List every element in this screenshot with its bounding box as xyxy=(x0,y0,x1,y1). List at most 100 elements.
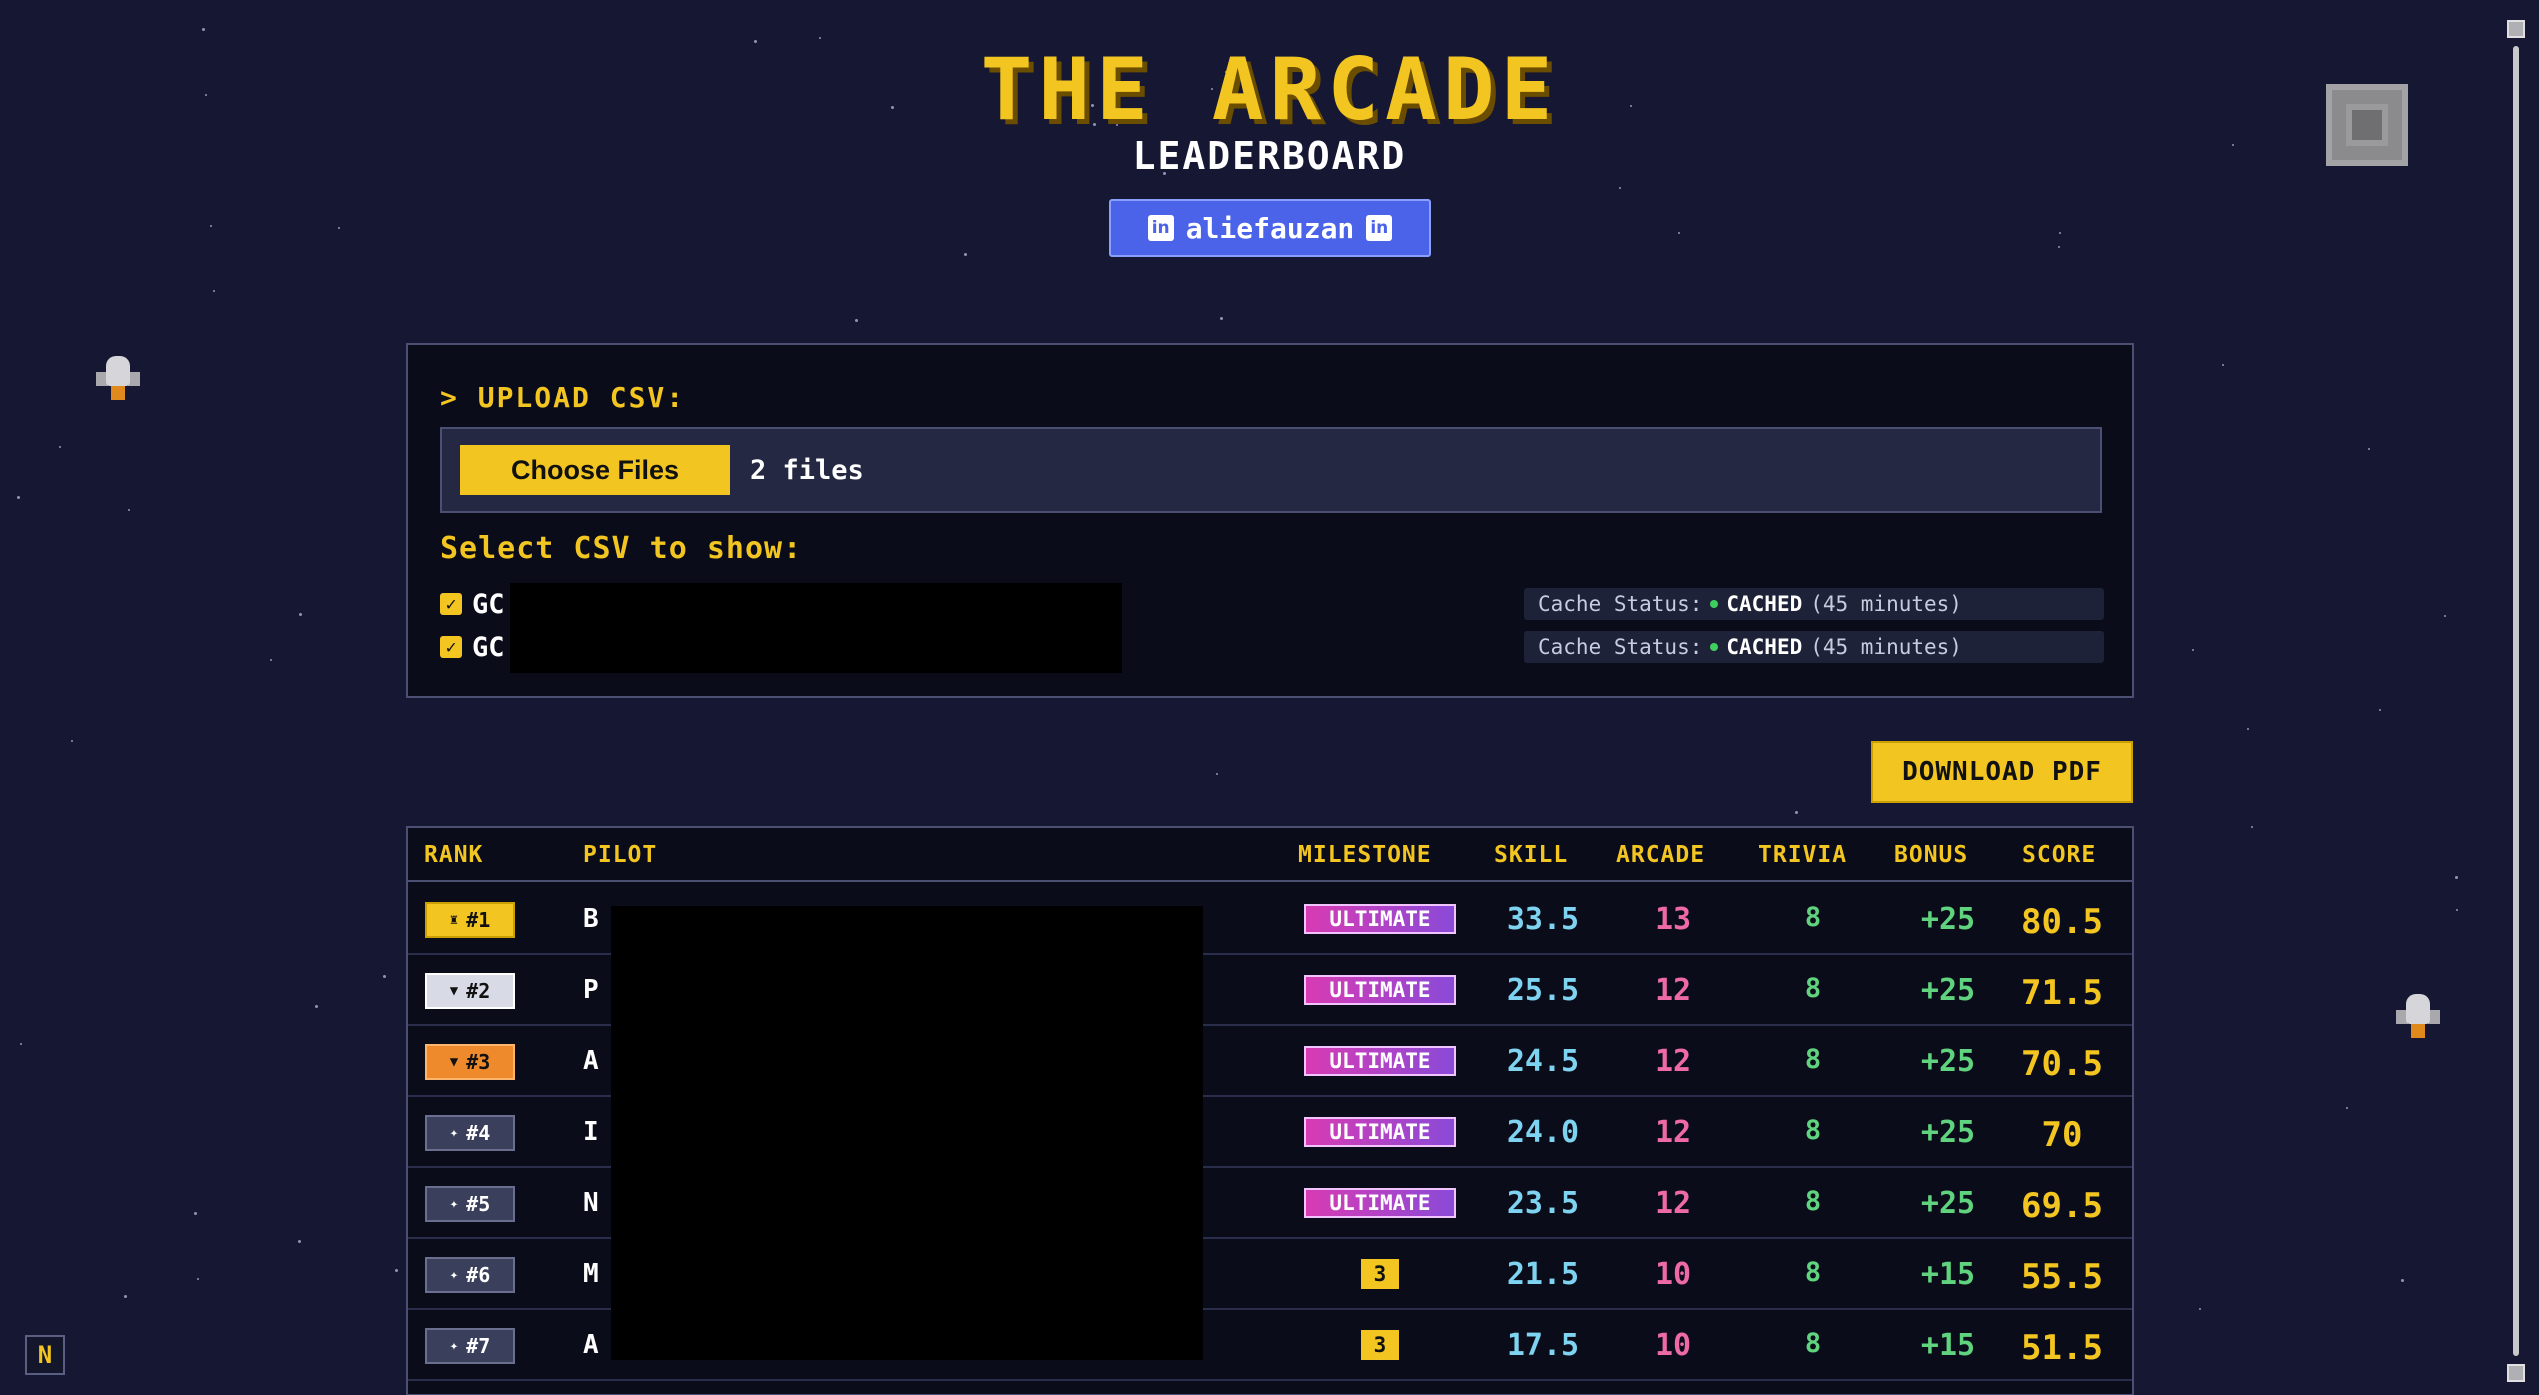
star-dot xyxy=(1220,317,1223,320)
arcade-value: 10 xyxy=(1654,1328,1692,1363)
star-dot xyxy=(1216,773,1218,775)
star-dot xyxy=(202,28,205,31)
rank-number: #1 xyxy=(466,908,491,932)
redaction-block xyxy=(611,906,1203,1360)
star-dot xyxy=(59,446,61,448)
file-input[interactable]: Choose Files 2 files xyxy=(440,427,2102,513)
pilot-name: I xyxy=(583,1117,599,1147)
page-subtitle: LEADERBOARD xyxy=(1132,134,1407,178)
skill-value: 24.5 xyxy=(1506,1044,1580,1079)
checkbox-checked[interactable]: ✓ xyxy=(440,636,462,658)
skill-value: 17.5 xyxy=(1506,1328,1580,1363)
column-header-arcade: ARCADE xyxy=(1616,842,1706,868)
column-header-skill: SKILL xyxy=(1494,842,1569,868)
skill-value: 24.0 xyxy=(1506,1115,1580,1150)
milestone-badge: ULTIMATE xyxy=(1304,904,1456,934)
status-dot-icon xyxy=(1710,600,1719,608)
cache-age: (45 minutes) xyxy=(1810,635,1962,659)
star-dot xyxy=(1795,811,1798,814)
trivia-value: 8 xyxy=(1804,1328,1822,1359)
score-value: 70.5 xyxy=(2021,1044,2103,1084)
column-header-milestone: MILESTONE xyxy=(1298,842,1432,868)
column-header-rank: RANK xyxy=(424,842,484,868)
scroll-down-button[interactable] xyxy=(2507,1364,2525,1382)
upload-panel: > UPLOAD CSV: Choose Files 2 files Selec… xyxy=(406,343,2134,698)
trivia-value: 8 xyxy=(1804,902,1822,933)
rank-badge: ✦ #5 xyxy=(425,1186,515,1222)
pilot-name: P xyxy=(583,975,599,1005)
csv-name: GC xyxy=(472,631,505,663)
star-dot xyxy=(1619,187,1621,189)
milestone-badge: ULTIMATE xyxy=(1304,1117,1456,1147)
score-value: 69.5 xyxy=(2021,1186,2103,1226)
csv-option[interactable]: ✓ GC xyxy=(440,588,505,620)
cache-age: (45 minutes) xyxy=(1810,592,1962,616)
scrollbar-thumb[interactable] xyxy=(2513,46,2519,1356)
rank-badge: ✦ #6 xyxy=(425,1257,515,1293)
csv-name: GC xyxy=(472,588,505,620)
star-dot xyxy=(819,37,821,39)
cache-status-badge: Cache Status: CACHED (45 minutes) xyxy=(1524,631,2104,663)
pilot-name: A xyxy=(583,1330,599,1360)
rank-badge: ♜ #1 xyxy=(425,902,515,938)
trivia-value: 8 xyxy=(1804,1186,1822,1217)
rank-badge: ✦ #4 xyxy=(425,1115,515,1151)
rank-number: #3 xyxy=(466,1050,491,1074)
milestone-badge: ULTIMATE xyxy=(1304,975,1456,1005)
rank-number: #2 xyxy=(466,979,491,1003)
score-value: 55.5 xyxy=(2021,1257,2103,1297)
file-count: 2 files xyxy=(750,455,864,486)
arcade-value: 12 xyxy=(1654,1186,1692,1221)
score-value: 71.5 xyxy=(2021,973,2103,1013)
corner-badge[interactable]: N xyxy=(25,1335,65,1375)
star-dot xyxy=(2346,1107,2348,1109)
trivia-value: 8 xyxy=(1804,1115,1822,1146)
column-header-score: SCORE xyxy=(2022,842,2097,868)
scroll-up-button[interactable] xyxy=(2507,20,2525,38)
scrollbar[interactable] xyxy=(2505,16,2527,1386)
bonus-value: +25 xyxy=(1920,1186,1976,1221)
csv-option[interactable]: ✓ GC xyxy=(440,631,505,663)
milestone-badge: ULTIMATE xyxy=(1304,1188,1456,1218)
column-header-trivia: TRIVIA xyxy=(1758,842,1848,868)
status-dot-icon xyxy=(1710,643,1719,651)
redaction-block xyxy=(510,583,1122,673)
rank-number: #5 xyxy=(466,1192,491,1216)
star-dot xyxy=(194,1212,197,1215)
settings-toggle-button[interactable] xyxy=(2326,84,2408,166)
rank-number: #4 xyxy=(466,1121,491,1145)
star-dot xyxy=(2455,876,2458,879)
column-header-pilot: PILOT xyxy=(583,842,658,868)
star-dot xyxy=(124,1295,127,1298)
arcade-value: 12 xyxy=(1654,1044,1692,1079)
download-pdf-button[interactable]: DOWNLOAD PDF xyxy=(1871,741,2133,803)
arcade-value: 13 xyxy=(1654,902,1692,937)
pilot-name: N xyxy=(583,1188,599,1218)
skill-value: 23.5 xyxy=(1506,1186,1580,1221)
star-dot xyxy=(2368,448,2370,450)
milestone-badge: 3 xyxy=(1361,1259,1399,1289)
star-dot xyxy=(20,1043,22,1045)
star-dot xyxy=(2379,709,2381,711)
star-dot xyxy=(2222,364,2224,366)
milestone-badge: 3 xyxy=(1361,1330,1399,1360)
select-csv-label: Select CSV to show: xyxy=(440,531,803,566)
star-dot xyxy=(17,496,20,499)
checkbox-checked[interactable]: ✓ xyxy=(440,593,462,615)
rank-badge: ▼ #3 xyxy=(425,1044,515,1080)
arcade-value: 12 xyxy=(1654,1115,1692,1150)
cache-label: Cache Status: xyxy=(1538,635,1703,659)
linkedin-profile-button[interactable]: in aliefauzan in xyxy=(1109,199,1431,257)
star-dot xyxy=(298,1240,301,1243)
choose-files-button[interactable]: Choose Files xyxy=(460,445,730,495)
star-dot xyxy=(383,975,386,978)
skill-value: 21.5 xyxy=(1506,1257,1580,1292)
star-dot xyxy=(210,225,212,227)
trivia-value: 8 xyxy=(1804,1257,1822,1288)
score-value: 80.5 xyxy=(2021,902,2103,942)
cache-state: CACHED xyxy=(1726,635,1803,659)
profile-name: aliefauzan xyxy=(1185,211,1355,245)
star-icon: ✦ xyxy=(449,1338,459,1354)
star-dot xyxy=(197,1278,199,1280)
trivia-value: 8 xyxy=(1804,973,1822,1004)
